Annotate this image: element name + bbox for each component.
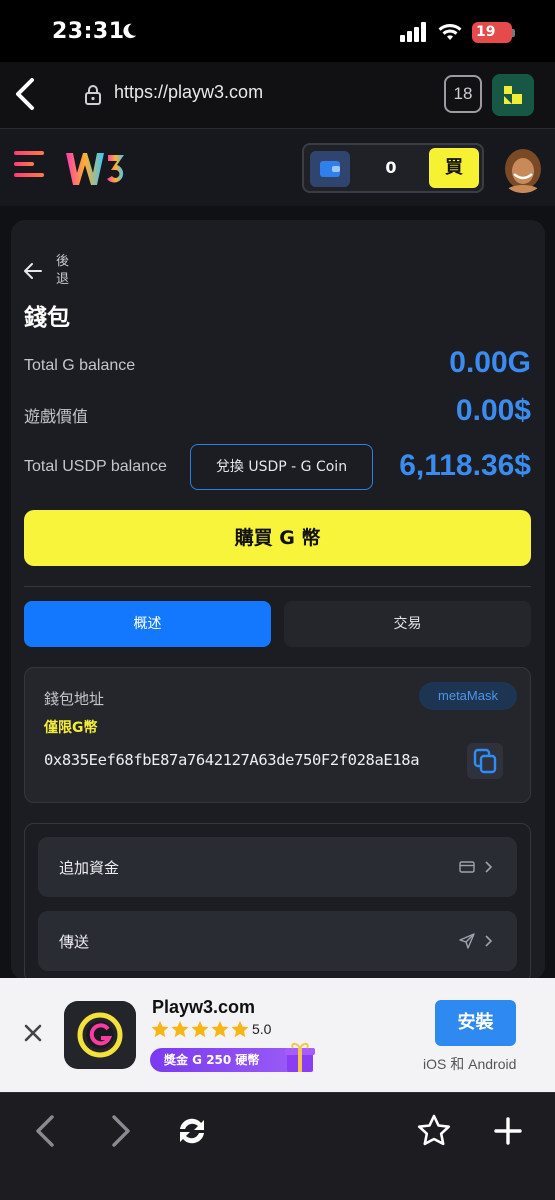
tab-transactions[interactable]: 交易 <box>284 601 531 647</box>
chevron-right-icon <box>485 935 493 947</box>
battery-indicator: 19 <box>472 22 512 43</box>
install-button[interactable]: 安裝 <box>435 1000 516 1046</box>
tab-count-button[interactable]: 18 <box>444 75 482 113</box>
moon-icon <box>123 23 137 39</box>
clock: 23:31 <box>52 19 125 44</box>
site-header: 0 買 <box>0 128 555 206</box>
lock-icon <box>85 85 101 105</box>
browser-back-icon[interactable] <box>10 74 40 114</box>
send-icon <box>459 933 475 949</box>
app-rating: 5.0 <box>252 1021 272 1037</box>
signal-icon <box>400 22 426 42</box>
total-usdp-balance-value: 6,118.36$ <box>399 449 531 482</box>
send-item[interactable]: 傳送 <box>38 911 517 971</box>
w3-logo[interactable] <box>64 149 130 189</box>
back-icon[interactable] <box>28 1113 64 1149</box>
url-field[interactable]: https://playw3.com <box>114 82 263 103</box>
total-usdp-balance-label: Total USDP balance <box>24 458 167 475</box>
battery-tip <box>512 29 515 37</box>
bookmark-star-icon[interactable] <box>416 1113 452 1149</box>
wallet-address: 0x835Eef68fbE87a7642127A63de750F2f028aE1… <box>44 751 420 769</box>
total-g-balance-label: Total G balance <box>24 357 136 374</box>
status-bar: 23:31 19 <box>0 0 555 62</box>
metamask-badge[interactable]: metaMask <box>419 682 517 710</box>
game-value-label: 遊戲價值 <box>24 409 89 426</box>
tab-overview[interactable]: 概述 <box>24 601 271 647</box>
add-funds-item[interactable]: 追加資金 <box>38 837 517 897</box>
browser-url-bar: https://playw3.com 18 <box>0 62 555 128</box>
exchange-usdp-button[interactable]: 兌換 USDP - G Coin <box>190 444 373 490</box>
card-icon <box>459 861 475 873</box>
app-name: Playw3.com <box>152 997 256 1017</box>
wallet-balance-pill[interactable]: 0 買 <box>302 143 484 193</box>
header-buy-button[interactable]: 買 <box>429 148 479 188</box>
add-funds-label: 追加資金 <box>59 859 120 877</box>
wifi-icon <box>438 24 462 40</box>
header-balance: 0 <box>385 158 397 177</box>
back-arrow-icon[interactable] <box>24 262 42 280</box>
wallet-address-title: 錢包地址 <box>44 690 105 708</box>
platform-label: iOS 和 Android <box>423 1056 517 1072</box>
buy-g-coin-button[interactable]: 購買 G 幣 <box>24 510 531 566</box>
game-value-value: 0.00$ <box>455 394 531 427</box>
user-avatar[interactable] <box>498 143 548 193</box>
wallet-icon <box>310 151 350 187</box>
new-tab-icon[interactable] <box>490 1113 526 1149</box>
chevron-right-icon <box>485 861 493 873</box>
app-icon <box>64 1001 136 1069</box>
back-button-label[interactable]: 後退 <box>56 253 72 289</box>
promo-badge: 獎金 G 250 硬幣 <box>150 1048 300 1072</box>
divider <box>24 586 531 587</box>
send-label: 傳送 <box>59 933 90 951</box>
copy-icon[interactable] <box>467 743 503 779</box>
browser-toolbar <box>0 1092 555 1200</box>
rating-stars-icon <box>151 1021 249 1038</box>
forward-icon[interactable] <box>102 1113 138 1149</box>
gift-icon <box>285 1042 315 1072</box>
menu-icon[interactable] <box>14 151 44 185</box>
extension-icon[interactable] <box>492 74 534 116</box>
total-g-balance-value: 0.00G <box>449 346 531 379</box>
g-coin-only-note: 僅限G幣 <box>44 720 98 736</box>
page-title: 錢包 <box>24 305 70 331</box>
app-install-banner: Playw3.com 5.0 獎金 G 250 硬幣 安裝 iOS 和 Andr… <box>0 978 555 1092</box>
reload-icon[interactable] <box>174 1113 210 1149</box>
battery-level: 19 <box>476 24 496 40</box>
close-icon[interactable] <box>22 1022 44 1044</box>
